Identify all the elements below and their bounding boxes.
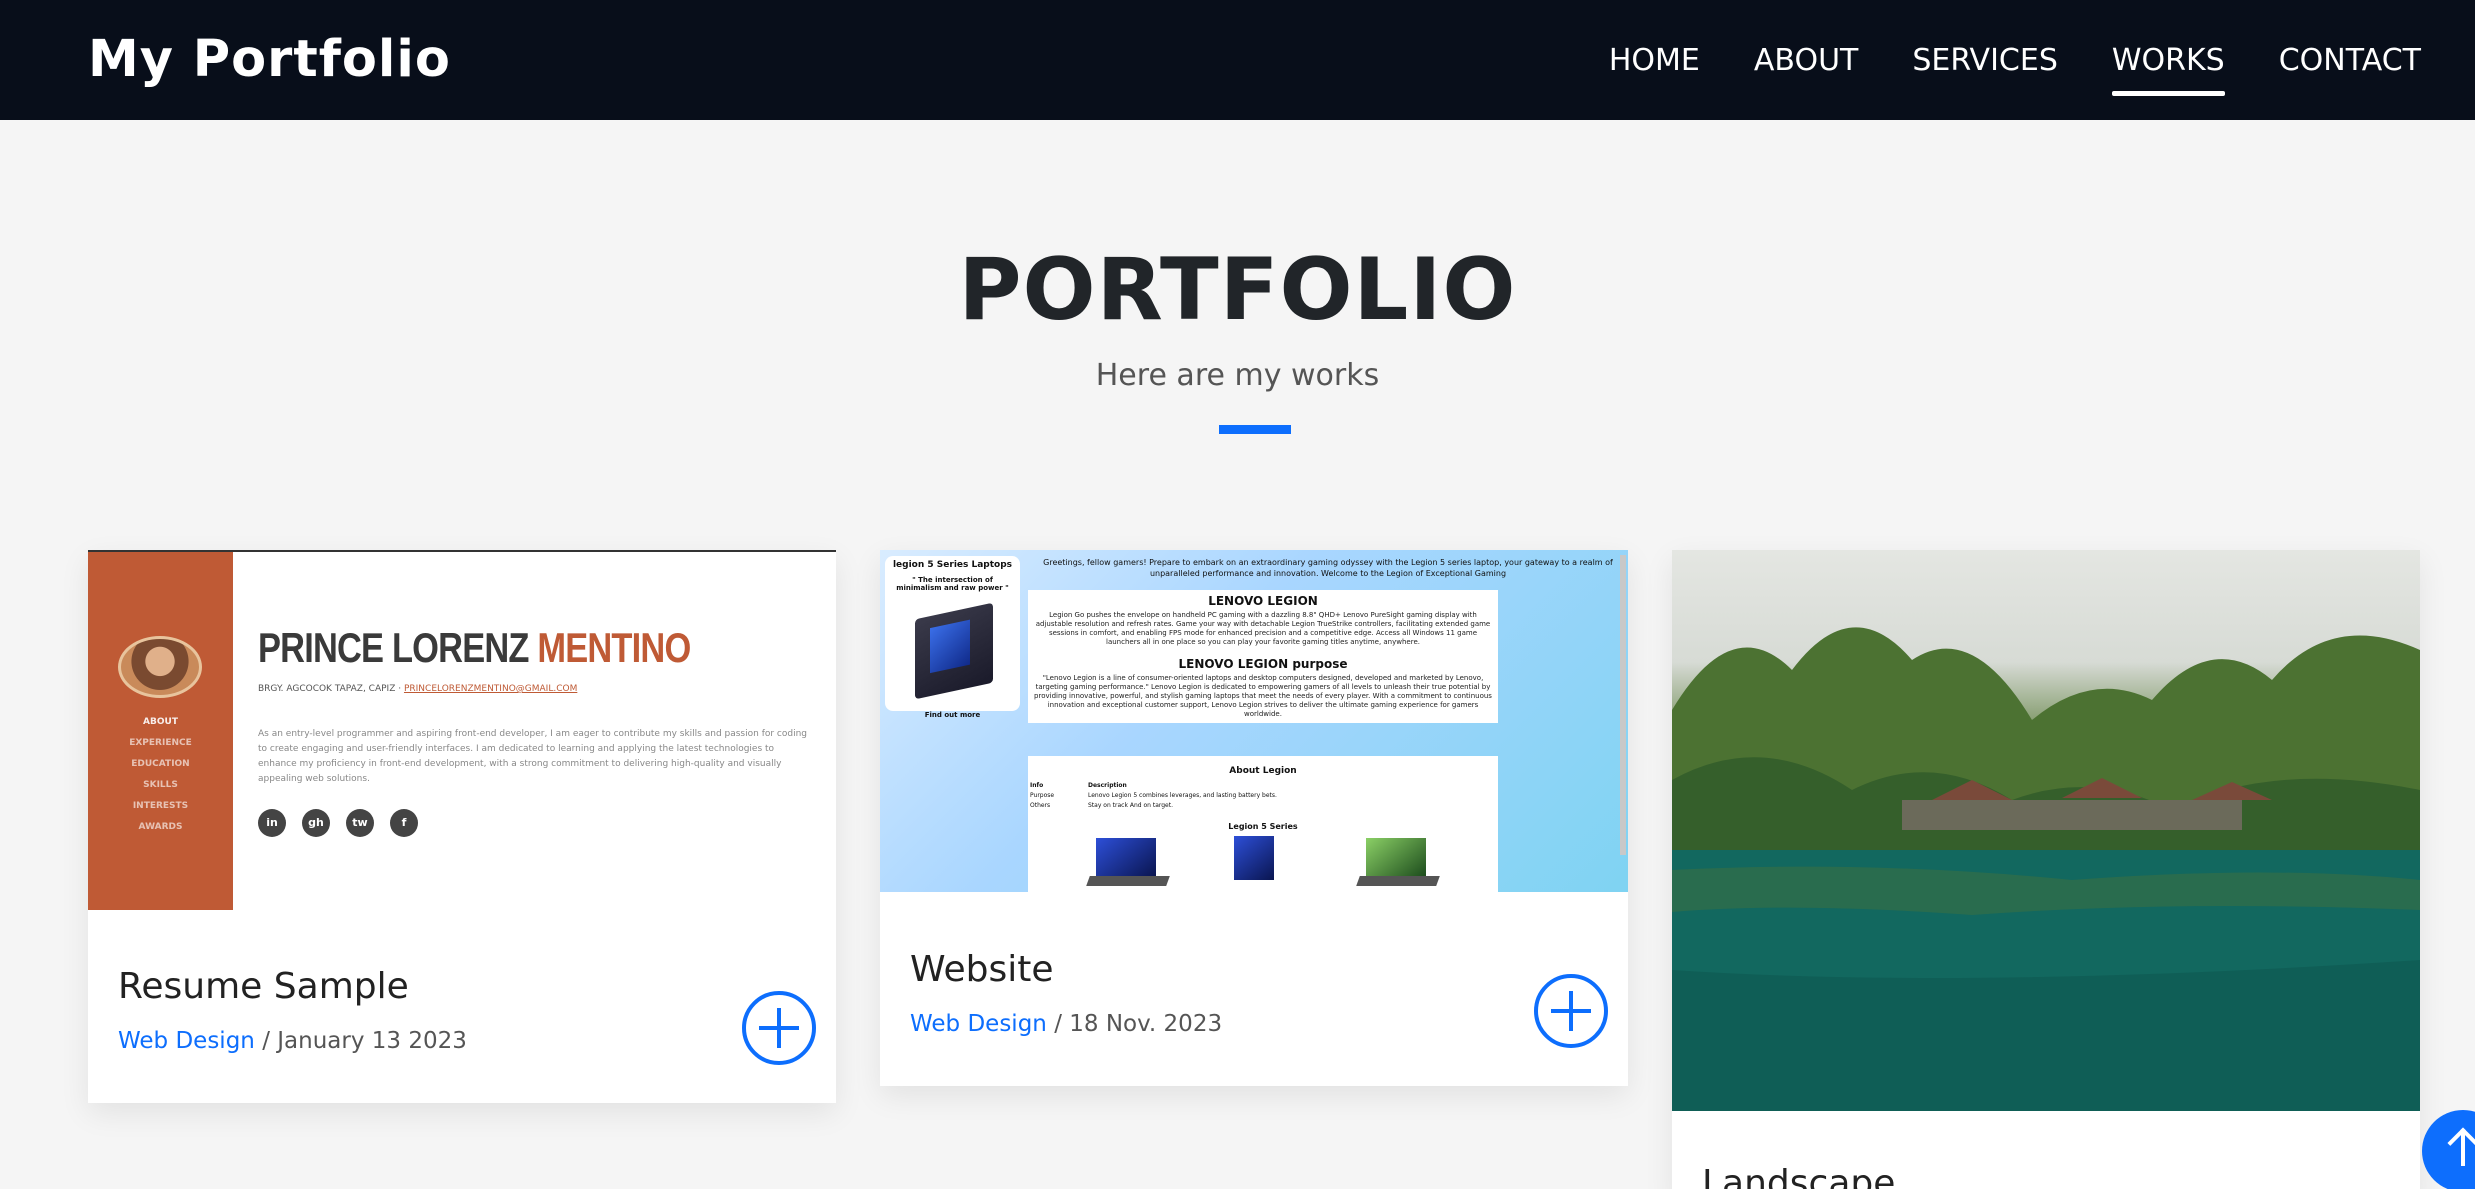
card-meta: Web Design / January 13 2023 xyxy=(118,1028,467,1054)
card-separator: / xyxy=(262,1028,270,1054)
nav-link-works[interactable]: WORKS xyxy=(2111,43,2225,96)
table-cell: Lenovo Legion 5 combines leverages, and … xyxy=(1088,792,1277,799)
resume-menu: ABOUT EXPERIENCE EDUCATION SKILLS INTERE… xyxy=(88,712,233,838)
resume-socials: in gh tw f xyxy=(258,809,434,837)
laptop-image xyxy=(1228,836,1288,886)
card-category[interactable]: Web Design xyxy=(118,1028,255,1054)
work-card-website[interactable]: legion 5 Series Laptops " The intersecti… xyxy=(880,550,1628,1086)
section-subtitle: Here are my works xyxy=(1095,358,1380,393)
nav-links: HOME ABOUT SERVICES WORKS CONTACT xyxy=(1555,0,2421,120)
resume-sidebar: ABOUT EXPERIENCE EDUCATION SKILLS INTERE… xyxy=(88,552,233,910)
laptop-image xyxy=(1356,838,1440,888)
linkedin-icon: in xyxy=(258,809,286,837)
table-cell: Others xyxy=(1030,802,1051,809)
card-title: Resume Sample xyxy=(118,966,409,1007)
resume-name: PRINCE LORENZ MENTINO xyxy=(258,624,691,672)
resume-menu-item: INTERESTS xyxy=(132,801,189,811)
resume-menu-item: EDUCATION xyxy=(131,759,190,769)
website-intro: Greetings, fellow gamers! Prepare to emb… xyxy=(1043,558,1613,578)
website-box-text: Legion Go pushes the envelope on handhel… xyxy=(1035,611,1491,646)
resume-name-first: PRINCE LORENZ xyxy=(258,624,538,671)
website-thumbnail: legion 5 Series Laptops " The intersecti… xyxy=(880,550,1628,892)
website-sidebar: legion 5 Series Laptops " The intersecti… xyxy=(885,556,1020,719)
landscape-thumbnail xyxy=(1672,550,2420,1111)
resume-menu-item: EXPERIENCE xyxy=(129,738,192,748)
section-title: PORTFOLIO xyxy=(958,240,1517,340)
nav-link-contact[interactable]: CONTACT xyxy=(2279,43,2421,78)
landscape-photo xyxy=(1672,627,2420,1111)
resume-menu-item: SKILLS xyxy=(143,780,178,790)
card-date: January 13 2023 xyxy=(277,1028,467,1054)
resume-name-last: MENTINO xyxy=(537,624,691,671)
card-title: Website xyxy=(910,949,1054,990)
expand-button[interactable] xyxy=(1534,974,1608,1048)
expand-button[interactable] xyxy=(742,991,816,1065)
resume-menu-item: AWARDS xyxy=(138,822,183,832)
github-icon: gh xyxy=(302,809,330,837)
table-header: Description xyxy=(1088,782,1127,789)
nav-link-about[interactable]: ABOUT xyxy=(1754,43,1858,78)
brand-logo[interactable]: My Portfolio xyxy=(88,0,451,120)
nav-link-services[interactable]: SERVICES xyxy=(1912,43,2058,78)
scroll-to-top-button[interactable] xyxy=(2422,1110,2475,1189)
website-sidebar-link: Find out more xyxy=(924,711,981,719)
website-about-title: About Legion xyxy=(1229,766,1297,776)
website-series-title: Legion 5 Series xyxy=(1228,822,1298,831)
card-separator: / xyxy=(1054,1011,1062,1037)
facebook-icon: f xyxy=(390,809,418,837)
website-box-legion: LENOVO LEGION Legion Go pushes the envel… xyxy=(1028,590,1498,655)
website-box-title: LENOVO LEGION xyxy=(1208,594,1318,608)
card-title: Landscape xyxy=(1702,1163,1896,1189)
work-card-resume[interactable]: ABOUT EXPERIENCE EDUCATION SKILLS INTERE… xyxy=(88,550,836,1103)
table-cell: Stay on track And on target. xyxy=(1088,802,1174,809)
resume-menu-item: ABOUT xyxy=(143,717,178,727)
navbar: My Portfolio HOME ABOUT SERVICES WORKS C… xyxy=(0,0,2475,120)
website-about-table: Info Description Purpose Lenovo Legion 5 c… xyxy=(1028,782,1498,809)
website-box-about: About Legion Info Description Purpose Leno… xyxy=(1028,756,1498,892)
card-date: 18 Nov. 2023 xyxy=(1069,1011,1223,1037)
scrollbar[interactable] xyxy=(1620,555,1626,855)
nav-link-home[interactable]: HOME xyxy=(1609,43,1700,78)
title-underline xyxy=(1219,425,1291,434)
laptop-image xyxy=(1086,838,1170,888)
laptop-image xyxy=(915,602,993,700)
website-sidebar-quote: " The intersection of minimalism and raw… xyxy=(896,576,1009,592)
resume-address: BRGY. AGCOCOK TAPAZ, CAPIZ xyxy=(258,684,396,694)
website-sidebar-title: legion 5 Series Laptops xyxy=(892,560,1013,570)
resume-thumbnail: ABOUT EXPERIENCE EDUCATION SKILLS INTERE… xyxy=(88,550,836,910)
work-card-landscape[interactable]: Landscape xyxy=(1672,550,2420,1189)
table-header: Info xyxy=(1030,782,1044,789)
website-box-purpose: LENOVO LEGION purpose "Lenovo Legion is … xyxy=(1028,653,1498,723)
card-meta: Web Design / 18 Nov. 2023 xyxy=(910,1011,1222,1037)
table-cell: Purpose xyxy=(1030,792,1055,799)
twitter-icon: tw xyxy=(346,809,374,837)
resume-email: PRINCELORENZMENTINO@GMAIL.COM xyxy=(403,684,578,694)
card-category[interactable]: Web Design xyxy=(910,1011,1047,1037)
avatar xyxy=(118,636,202,698)
website-box-title: LENOVO LEGION purpose xyxy=(1178,657,1348,671)
resume-description: As an entry-level programmer and aspirin… xyxy=(258,729,808,784)
resume-contact: BRGY. AGCOCOK TAPAZ, CAPIZ · PRINCELOREN… xyxy=(258,684,578,694)
website-box-text: "Lenovo Legion is a line of consumer-ori… xyxy=(1034,674,1492,718)
